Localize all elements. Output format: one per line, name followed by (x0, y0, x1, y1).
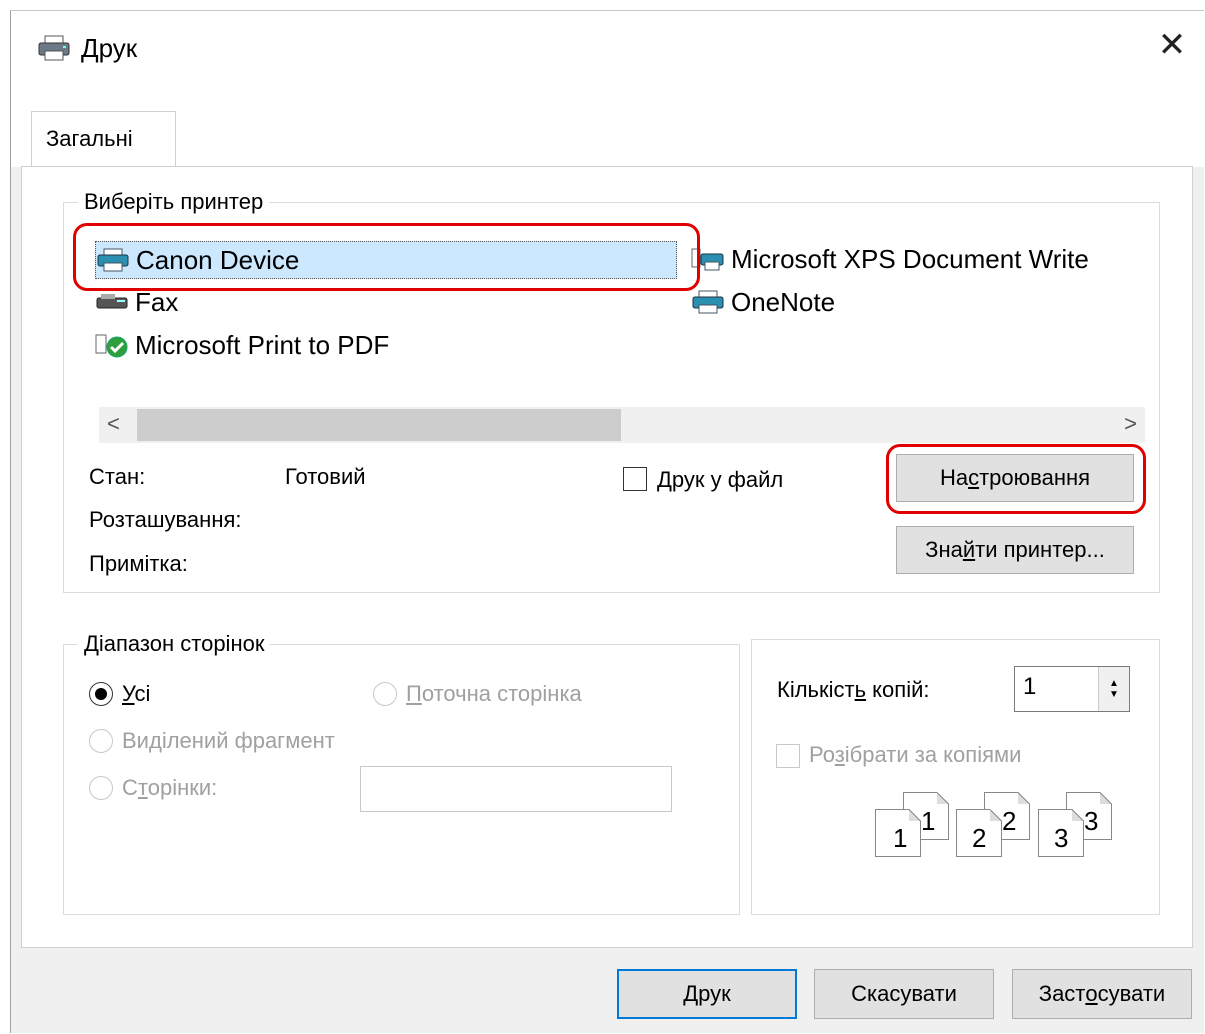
copies-value: 1 (1023, 673, 1037, 700)
printer-icon (691, 289, 725, 315)
print-button[interactable]: Друк (617, 969, 797, 1019)
printer-name: Fax (135, 286, 179, 317)
copies-input[interactable]: 1 ▲ ▼ (1014, 666, 1130, 712)
printer-name: OneNote (731, 286, 836, 317)
title-bar: Друк ✕ (11, 11, 1204, 81)
print-to-file-checkbox[interactable] (623, 467, 647, 491)
page-range-legend: Діапазон сторінок (84, 631, 265, 656)
dialog-title: Друк (81, 33, 138, 63)
collate-page-number: 2 (1002, 806, 1017, 836)
radio-all[interactable] (89, 682, 113, 706)
printer-item-onenote[interactable]: OneNote (691, 284, 835, 320)
printer-icon (37, 35, 71, 61)
stepper-down-icon[interactable]: ▼ (1109, 689, 1119, 700)
collate-page-number: 1 (921, 806, 936, 836)
status-label: Стан: (89, 464, 146, 489)
radio-current-page[interactable] (373, 682, 397, 706)
scrollbar-thumb[interactable] (137, 409, 621, 441)
collate-page-number: 3 (1054, 823, 1069, 853)
printer-item-xps[interactable]: Microsoft XPS Document Write (691, 241, 1089, 277)
location-label: Розташування: (89, 507, 242, 532)
status-value: Готовий (285, 464, 366, 489)
collate-checkbox[interactable] (776, 744, 800, 768)
collate-page-number: 1 (893, 823, 908, 853)
tab-strip: Загальні (11, 81, 1204, 168)
copies-stepper[interactable]: ▲ ▼ (1098, 667, 1129, 711)
highlight-canon-device (73, 223, 700, 291)
comment-label: Примітка: (89, 551, 188, 576)
close-button[interactable]: ✕ (1142, 15, 1202, 75)
radio-all-label[interactable]: Усі (122, 681, 150, 707)
radio-selection[interactable] (89, 729, 113, 753)
printer-list-scrollbar[interactable]: < > (99, 407, 1145, 443)
default-printer-icon (95, 332, 129, 358)
scroll-right-icon[interactable]: > (1124, 411, 1137, 437)
highlight-preferences (886, 444, 1146, 514)
close-icon: ✕ (1157, 26, 1187, 64)
printer-name: Microsoft XPS Document Write (731, 243, 1089, 274)
select-printer-legend: Виберіть принтер (84, 189, 264, 214)
collate-label[interactable]: Розібрати за копіями (809, 742, 1021, 768)
collate-page-number: 2 (972, 823, 987, 853)
tab-general[interactable]: Загальні (31, 111, 176, 168)
radio-pages[interactable] (89, 776, 113, 800)
copies-count-label: Кількість копій: (777, 677, 930, 702)
apply-button[interactable]: Заст о сувати (1012, 969, 1192, 1019)
stepper-up-icon[interactable]: ▲ (1109, 678, 1119, 689)
radio-selection-label[interactable]: Виділений фрагмент (122, 728, 335, 754)
find-printer-button[interactable]: Зна й ти принтер... (896, 526, 1134, 574)
radio-pages-label[interactable]: Сторінки: (122, 775, 217, 801)
scroll-left-icon[interactable]: < (107, 411, 120, 437)
print-to-file-label[interactable]: Друк у файл (657, 467, 783, 493)
fax-icon (95, 289, 129, 315)
printer-item-pdf[interactable]: Microsoft Print to PDF (95, 327, 389, 363)
printer-name: Microsoft Print to PDF (135, 329, 390, 360)
cancel-button[interactable]: Скасувати (814, 969, 994, 1019)
print-dialog: Друк ✕ Загальні Виберіть принтер Canon D… (10, 10, 1204, 1033)
pages-input[interactable] (360, 766, 672, 812)
collate-page-number: 3 (1084, 806, 1099, 836)
radio-current-page-label[interactable]: Поточна сторінка (406, 681, 582, 707)
radio-selected-dot (95, 688, 107, 700)
